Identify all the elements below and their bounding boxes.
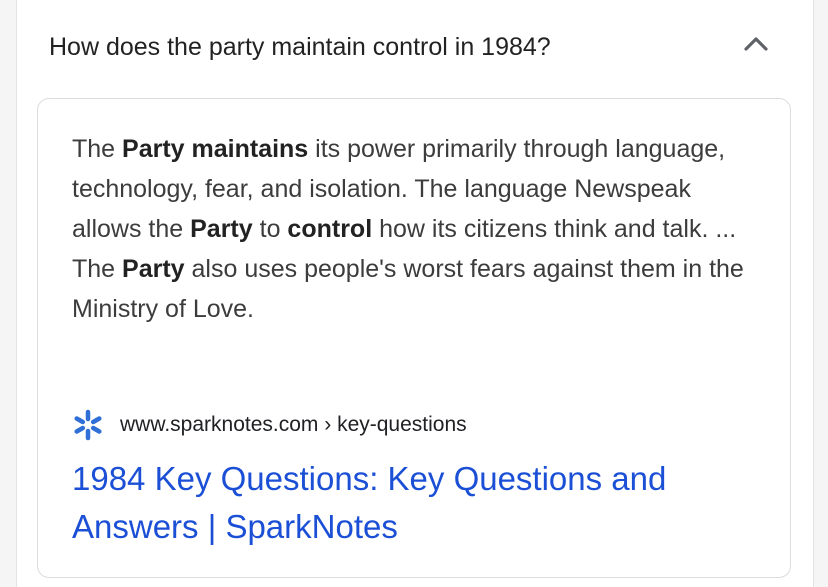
source-url: www.sparknotes.com › key-questions [120, 413, 467, 436]
snippet-bold-term: Party maintains [122, 135, 309, 163]
source-citation[interactable]: www.sparknotes.com › key-questions [72, 409, 467, 441]
people-also-ask-panel: How does the party maintain control in 1… [16, 0, 814, 587]
sparknotes-asterisk-icon [72, 409, 104, 441]
chevron-up-icon[interactable] [739, 30, 773, 58]
snippet-text: The [72, 135, 123, 163]
snippet-text: to [252, 215, 288, 243]
question-text: How does the party maintain control in 1… [49, 33, 551, 61]
snippet-bold-term: Party [122, 255, 185, 283]
snippet-bold-term: Party [190, 215, 253, 243]
answer-snippet: The Party maintains its power primarily … [72, 129, 762, 329]
snippet-bold-term: control [287, 215, 373, 243]
question-accordion-header[interactable]: How does the party maintain control in 1… [17, 0, 813, 98]
result-title-link[interactable]: 1984 Key Questions: Key Questions and An… [72, 455, 762, 551]
answer-card: The Party maintains its power primarily … [37, 98, 791, 578]
